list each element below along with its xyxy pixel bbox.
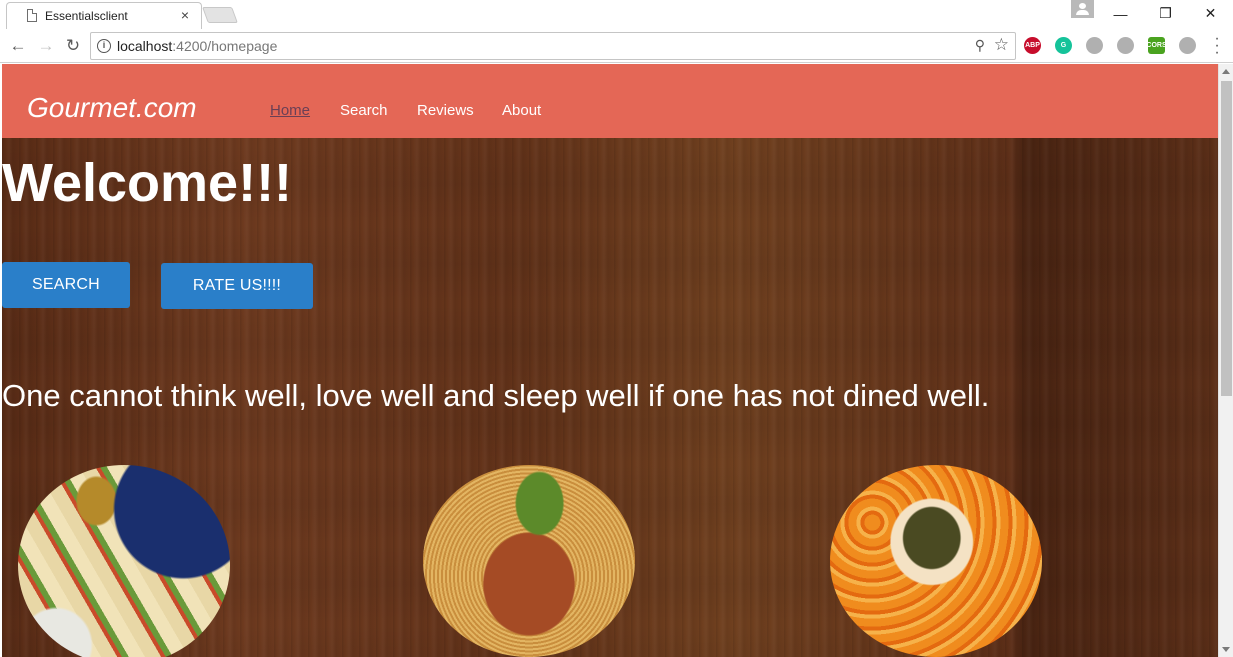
profile-icon[interactable]: [1071, 0, 1094, 18]
nav-link-search[interactable]: Search: [340, 102, 388, 119]
cors-icon[interactable]: CORS: [1146, 37, 1167, 54]
vertical-scrollbar[interactable]: [1218, 64, 1233, 657]
tacos-image[interactable]: [18, 465, 230, 657]
close-window-button[interactable]: ✕: [1188, 0, 1233, 27]
nav-link-about[interactable]: About: [502, 102, 541, 119]
scroll-down-arrow-icon[interactable]: [1222, 647, 1230, 652]
scroll-up-arrow-icon[interactable]: [1222, 69, 1230, 74]
site-navbar: Gourmet.com Home Search Reviews About: [2, 64, 1218, 138]
browser-menu-icon[interactable]: · · ·: [1212, 31, 1222, 61]
snack-platter-image[interactable]: [830, 465, 1042, 657]
bookmark-star-icon[interactable]: ☆: [994, 35, 1009, 55]
spaghetti-image[interactable]: [423, 465, 635, 657]
forward-button[interactable]: →: [34, 34, 58, 58]
url-text: localhost:4200/homepage: [117, 38, 278, 54]
adblock-plus-icon[interactable]: ABP: [1024, 37, 1041, 54]
extension-icon[interactable]: [1086, 37, 1103, 54]
search-button[interactable]: SEARCH: [2, 262, 130, 308]
minimize-button[interactable]: —: [1098, 0, 1143, 27]
restore-button[interactable]: ❐: [1143, 0, 1188, 27]
rate-us-button[interactable]: RATE US!!!!: [161, 263, 313, 309]
welcome-heading: Welcome!!!: [2, 153, 293, 213]
new-tab-button[interactable]: [202, 7, 238, 23]
grammarly-icon[interactable]: G: [1055, 37, 1072, 54]
zoom-icon[interactable]: ⚲: [975, 37, 985, 54]
address-bar[interactable]: i localhost:4200/homepage ⚲ ☆: [90, 32, 1016, 60]
browser-toolbar: ← → ↻ i localhost:4200/homepage ⚲ ☆ ABP G…: [0, 29, 1233, 63]
shield-icon[interactable]: [1117, 37, 1134, 54]
page-viewport: Gourmet.com Home Search Reviews About We…: [2, 64, 1218, 657]
nav-link-reviews[interactable]: Reviews: [417, 102, 474, 119]
window-controls: — ❐ ✕: [1098, 0, 1233, 29]
circle-ext-icon[interactable]: [1179, 37, 1196, 54]
info-icon[interactable]: i: [97, 39, 111, 53]
site-brand[interactable]: Gourmet.com: [27, 92, 197, 124]
nav-link-home[interactable]: Home: [270, 102, 310, 119]
tab-strip: Essentialsclient × — ❐ ✕: [0, 0, 1233, 29]
quote-text: One cannot think well, love well and sle…: [2, 378, 990, 413]
scroll-thumb[interactable]: [1221, 81, 1232, 396]
reload-button[interactable]: ↻: [61, 34, 85, 58]
tab-title: Essentialsclient: [45, 9, 128, 23]
tab-close-icon[interactable]: ×: [181, 7, 189, 23]
page-icon: [27, 9, 37, 22]
browser-tab[interactable]: Essentialsclient ×: [6, 2, 202, 29]
back-button[interactable]: ←: [6, 34, 30, 58]
